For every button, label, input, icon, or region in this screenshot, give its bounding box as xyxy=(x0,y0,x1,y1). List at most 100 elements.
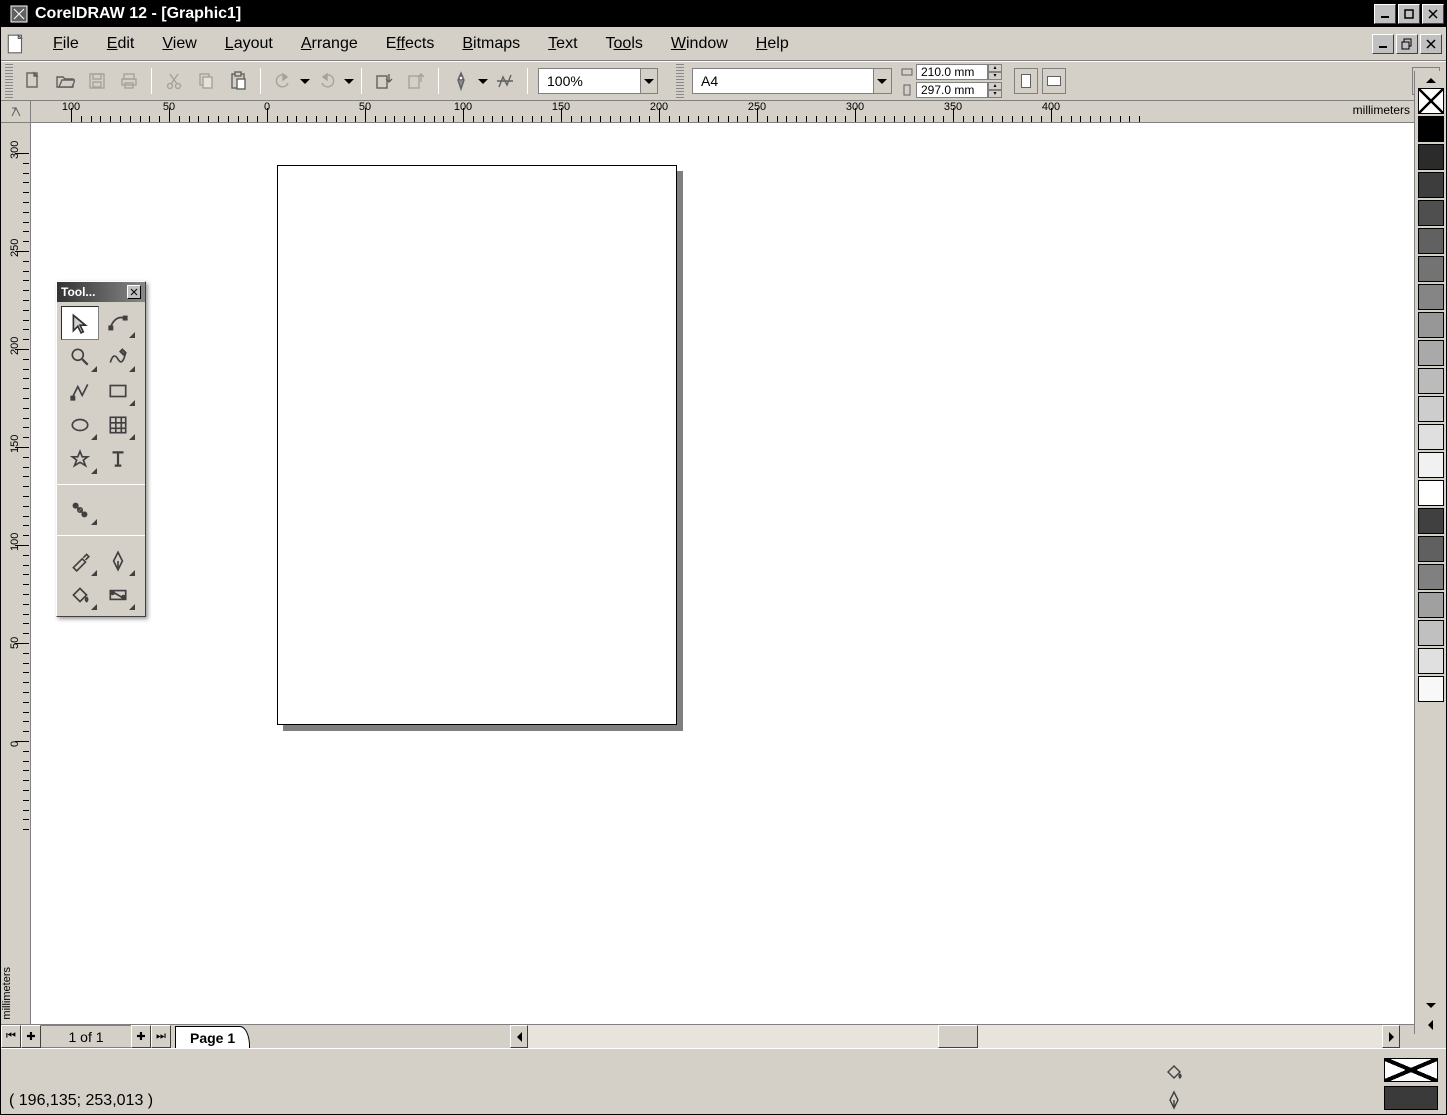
document-icon[interactable] xyxy=(5,33,27,55)
undo-dropdown[interactable] xyxy=(299,66,311,96)
redo-button[interactable] xyxy=(312,66,342,96)
color-swatch[interactable] xyxy=(1418,564,1444,590)
vertical-ruler[interactable]: 300250200150100500 millimeters xyxy=(1,123,31,1024)
cut-button[interactable] xyxy=(159,66,189,96)
menu-bitmaps[interactable]: Bitmaps xyxy=(448,31,534,57)
close-button[interactable] xyxy=(1422,4,1444,24)
color-swatch[interactable] xyxy=(1418,256,1444,282)
mdi-minimize-button[interactable] xyxy=(1372,34,1394,54)
interactive-blend-tool[interactable] xyxy=(61,493,99,527)
color-swatch[interactable] xyxy=(1418,116,1444,142)
color-swatch[interactable] xyxy=(1418,312,1444,338)
fill-tool[interactable] xyxy=(61,578,99,612)
eyedropper-tool[interactable] xyxy=(61,544,99,578)
smart-drawing-tool[interactable] xyxy=(61,374,99,408)
landscape-button[interactable] xyxy=(1042,68,1066,94)
menu-help[interactable]: Help xyxy=(742,31,803,57)
scroll-right-button[interactable] xyxy=(1382,1025,1400,1048)
zoom-combo[interactable] xyxy=(538,68,658,94)
menu-file[interactable]: File xyxy=(39,31,93,57)
menu-layout[interactable]: Layout xyxy=(211,31,287,57)
color-swatch[interactable] xyxy=(1418,172,1444,198)
maximize-button[interactable] xyxy=(1398,4,1420,24)
color-swatch[interactable] xyxy=(1418,284,1444,310)
drawing-canvas[interactable] xyxy=(31,123,1414,1024)
corel-online-button[interactable] xyxy=(490,66,520,96)
color-swatch[interactable] xyxy=(1418,648,1444,674)
paper-size-combo[interactable] xyxy=(692,68,892,94)
toolbox-close-button[interactable] xyxy=(127,285,141,299)
menu-edit[interactable]: Edit xyxy=(93,31,149,57)
first-page-button[interactable]: ⏮ xyxy=(1,1025,21,1048)
minimize-button[interactable] xyxy=(1374,4,1396,24)
outline-tool[interactable] xyxy=(99,544,137,578)
menu-tools[interactable]: Tools xyxy=(592,31,657,57)
color-swatch[interactable] xyxy=(1418,200,1444,226)
color-swatch[interactable] xyxy=(1418,452,1444,478)
interactive-fill-tool[interactable] xyxy=(99,578,137,612)
menu-view[interactable]: View xyxy=(148,31,210,57)
width-spinner[interactable]: ▴▾ xyxy=(988,64,1002,80)
zoom-dropdown[interactable] xyxy=(640,69,657,93)
zoom-tool[interactable] xyxy=(61,340,99,374)
paper-size-input[interactable] xyxy=(693,69,873,93)
horizontal-ruler[interactable]: 10050050100150200250300350400 millimeter… xyxy=(31,101,1414,123)
height-spinner[interactable]: ▴▾ xyxy=(988,82,1002,98)
toolbox[interactable]: Tool... xyxy=(56,281,146,617)
toolbar-gripper[interactable] xyxy=(5,64,13,98)
color-swatch[interactable] xyxy=(1418,592,1444,618)
color-swatch[interactable] xyxy=(1418,88,1444,114)
hscroll-thumb[interactable] xyxy=(938,1025,978,1048)
zoom-input[interactable] xyxy=(539,69,640,93)
paste-button[interactable] xyxy=(223,66,253,96)
color-swatch[interactable] xyxy=(1418,396,1444,422)
shape-tool[interactable] xyxy=(99,306,137,340)
portrait-button[interactable] xyxy=(1014,68,1038,94)
freehand-tool[interactable] xyxy=(99,340,137,374)
basic-shapes-tool[interactable] xyxy=(61,442,99,476)
redo-dropdown[interactable] xyxy=(343,66,355,96)
page-height-input[interactable] xyxy=(916,82,988,98)
save-button[interactable] xyxy=(82,66,112,96)
text-tool[interactable] xyxy=(99,442,137,476)
undo-button[interactable] xyxy=(268,66,298,96)
status-outline-swatch[interactable] xyxy=(1384,1086,1438,1110)
copy-button[interactable] xyxy=(191,66,221,96)
export-button[interactable] xyxy=(401,66,431,96)
horizontal-scrollbar[interactable] xyxy=(510,1025,1400,1048)
drawing-page[interactable] xyxy=(277,165,677,725)
import-button[interactable] xyxy=(369,66,399,96)
hscroll-track[interactable] xyxy=(528,1025,1382,1048)
color-swatch[interactable] xyxy=(1418,368,1444,394)
graph-paper-tool[interactable] xyxy=(99,408,137,442)
add-page-before-button[interactable]: ✚ xyxy=(21,1025,41,1048)
palette-scroll-down[interactable] xyxy=(1418,998,1444,1012)
color-swatch[interactable] xyxy=(1418,508,1444,534)
ellipse-tool[interactable] xyxy=(61,408,99,442)
color-swatch[interactable] xyxy=(1418,424,1444,450)
status-fill-swatch[interactable] xyxy=(1384,1058,1438,1082)
color-swatch[interactable] xyxy=(1418,340,1444,366)
scroll-left-button[interactable] xyxy=(510,1025,528,1048)
menu-effects[interactable]: Effects xyxy=(372,31,449,57)
app-launcher-dropdown[interactable] xyxy=(477,66,489,96)
color-swatch[interactable] xyxy=(1418,144,1444,170)
mdi-close-button[interactable] xyxy=(1420,34,1442,54)
page-width-input[interactable] xyxy=(916,64,988,80)
toolbar-gripper[interactable] xyxy=(676,64,684,98)
palette-scroll-up[interactable] xyxy=(1418,73,1444,87)
menu-text[interactable]: Text xyxy=(534,31,591,57)
ruler-origin[interactable] xyxy=(1,101,31,123)
color-swatch[interactable] xyxy=(1418,536,1444,562)
page-tab[interactable]: Page 1 xyxy=(175,1026,250,1048)
last-page-button[interactable]: ⏭ xyxy=(151,1025,171,1048)
rectangle-tool[interactable] xyxy=(99,374,137,408)
color-swatch[interactable] xyxy=(1418,676,1444,702)
print-button[interactable] xyxy=(114,66,144,96)
color-swatch[interactable] xyxy=(1418,228,1444,254)
menu-window[interactable]: Window xyxy=(657,31,742,57)
menu-arrange[interactable]: Arrange xyxy=(287,31,372,57)
palette-flyout-button[interactable] xyxy=(1418,1016,1444,1034)
mdi-restore-button[interactable] xyxy=(1396,34,1418,54)
app-launcher-button[interactable] xyxy=(446,66,476,96)
